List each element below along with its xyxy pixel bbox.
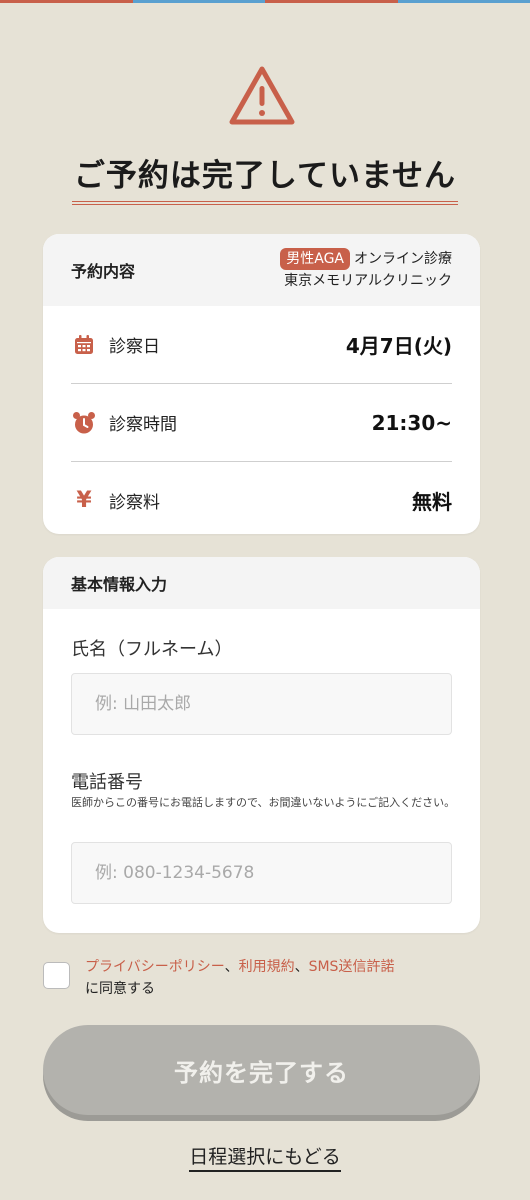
clinic-name: 東京メモリアルクリニック <box>284 273 452 289</box>
privacy-policy-link[interactable]: プライバシーポリシー <box>85 959 225 975</box>
row-value: 無料 <box>412 490 452 514</box>
row-label: 診察時間 <box>109 415 177 435</box>
name-label: 氏名（フルネーム） <box>71 639 233 660</box>
row-label: 診察料 <box>109 493 160 513</box>
warning-triangle-icon <box>229 66 295 125</box>
basic-info-card: 基本情報入力 氏名（フルネーム） 電話番号 医師からこの番号にお電話しますので、… <box>43 557 480 933</box>
basic-info-header: 基本情報入力 <box>43 557 480 609</box>
reservation-row-date: 診察日 4月7日(火) <box>71 306 452 384</box>
phone-field[interactable] <box>71 842 452 904</box>
yen-icon: ¥ <box>76 488 92 513</box>
category-badge: 男性AGA <box>280 248 350 270</box>
service-name: オンライン診療 <box>354 251 452 267</box>
consent-checkbox[interactable] <box>43 962 70 989</box>
row-value: 4月7日(火) <box>345 334 452 358</box>
complete-reservation-button[interactable]: 予約を完了する <box>43 1025 480 1115</box>
row-label: 診察日 <box>109 337 160 357</box>
sms-consent-link[interactable]: SMS送信許諾 <box>309 959 395 975</box>
consent-text: プライバシーポリシー、利用規約、SMS送信許諾 に同意する <box>85 956 394 1000</box>
reservation-heading: 予約内容 <box>71 262 136 281</box>
alarm-clock-icon <box>71 410 97 436</box>
reservation-card-header: 予約内容 男性AGA オンライン診療 東京メモリアルクリニック <box>43 234 480 306</box>
name-field[interactable] <box>71 673 452 735</box>
reservation-row-fee: ¥ 診察料 無料 <box>71 462 452 534</box>
phone-label: 電話番号 <box>71 772 143 793</box>
row-value: 21:30~ <box>371 410 452 435</box>
top-accent-bar <box>0 0 530 3</box>
consent-separator: 、 <box>224 959 239 975</box>
reservation-card: 予約内容 男性AGA オンライン診療 東京メモリアルクリニック 診察日 4月7日(… <box>43 234 480 534</box>
reservation-row-time: 診察時間 21:30~ <box>71 384 452 462</box>
terms-link[interactable]: 利用規約 <box>239 959 295 975</box>
basic-info-heading: 基本情報入力 <box>71 575 168 594</box>
page-title: ご予約は完了していません <box>71 150 459 205</box>
phone-note: 医師からこの番号にお電話しますので、お間違いないようにご記入ください。 <box>71 796 456 809</box>
calendar-icon <box>71 332 97 358</box>
clinic-info: 男性AGA オンライン診療 東京メモリアルクリニック <box>280 248 452 292</box>
back-to-schedule-link[interactable]: 日程選択にもどる <box>189 1146 341 1172</box>
consent-separator: 、 <box>294 959 309 975</box>
consent-suffix: に同意する <box>85 981 155 997</box>
